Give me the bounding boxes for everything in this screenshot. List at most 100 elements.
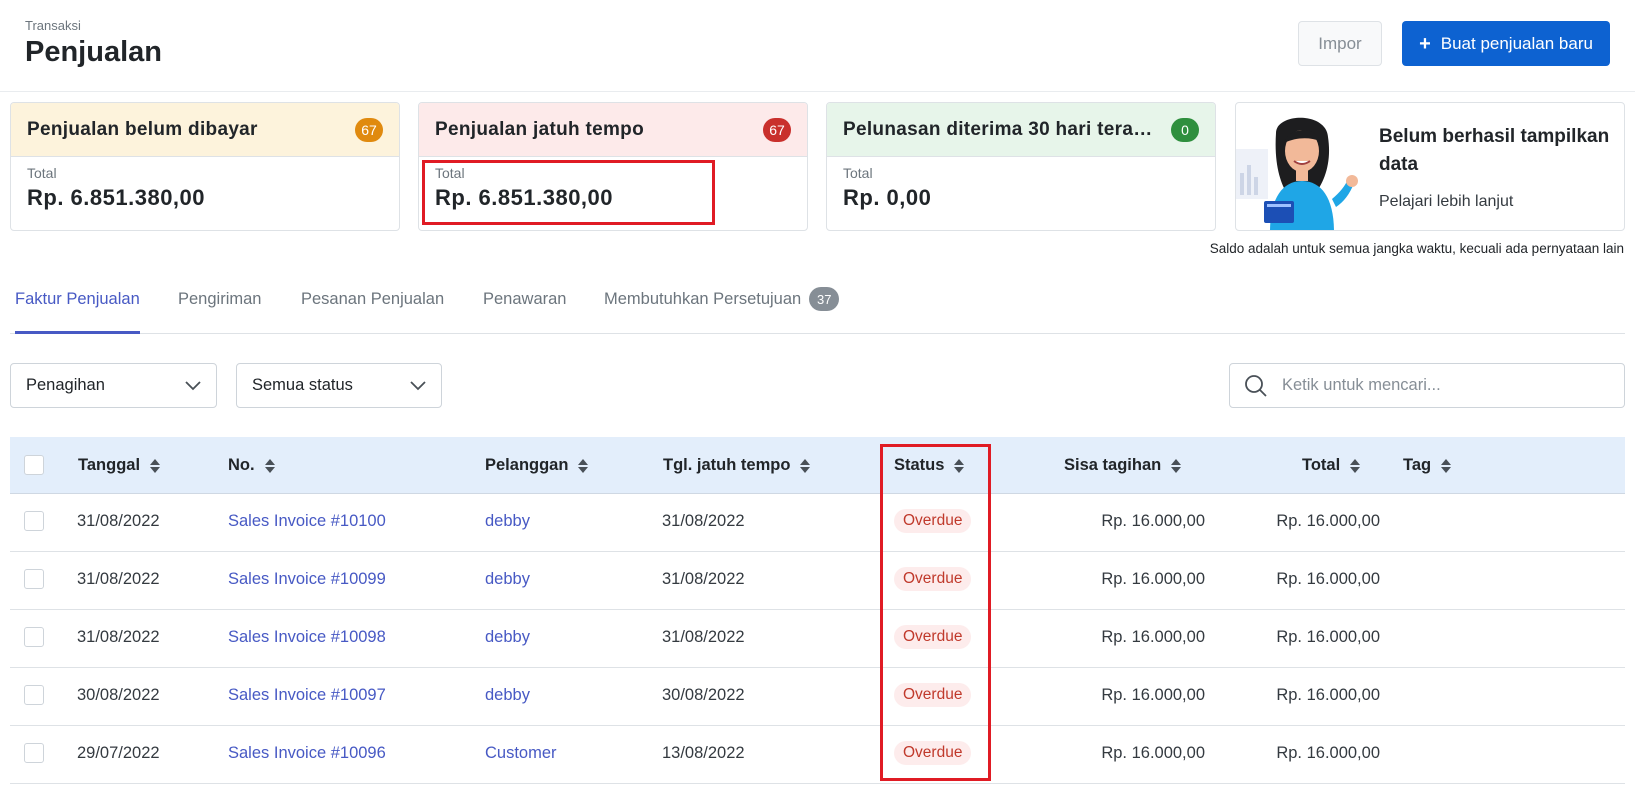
promo-card: Belum berhasil tampilkan data Pelajari l…	[1235, 102, 1625, 231]
tab-shipments[interactable]: Pengiriman	[178, 290, 261, 334]
column-header-due-date[interactable]: Tgl. jatuh tempo	[663, 437, 811, 494]
tab-label: Penawaran	[483, 290, 567, 308]
column-label: Tag	[1403, 456, 1432, 474]
count-badge: 67	[355, 117, 383, 142]
column-header-total[interactable]: Total	[1302, 437, 1361, 494]
tab-bar: Faktur Penjualan Pengiriman Pesanan Penj…	[10, 278, 1625, 334]
search-icon	[1245, 374, 1267, 397]
card-title: Pelunasan diterima 30 hari terakhir	[843, 118, 1163, 140]
cell-date: 29/07/2022	[77, 743, 160, 762]
tab-needs-approval[interactable]: Membutuhkan Persetujuan 37	[604, 287, 840, 334]
search-placeholder: Ketik untuk mencari...	[1282, 376, 1441, 394]
status-filter-value: Semua status	[252, 376, 353, 394]
card-body: Total Rp. 0,00	[827, 157, 1215, 230]
cell-total: Rp. 16.000,00	[1276, 685, 1380, 704]
card-body: Total Rp. 6.851.380,00	[11, 157, 399, 230]
cell-total: Rp. 16.000,00	[1276, 511, 1380, 530]
tab-quotations[interactable]: Penawaran	[483, 290, 566, 334]
status-filter-dropdown[interactable]: Semua status	[236, 363, 442, 408]
cell-remaining: Rp. 16.000,00	[1101, 743, 1205, 762]
table-row[interactable]: 29/07/2022 Sales Invoice #10096 Customer…	[10, 726, 1625, 784]
column-header-remaining[interactable]: Sisa tagihan	[1064, 437, 1182, 494]
invoice-link[interactable]: Sales Invoice #10100	[228, 494, 386, 548]
cell-due-date: 31/08/2022	[662, 511, 745, 530]
sort-icon	[800, 458, 811, 473]
cell-remaining: Rp. 16.000,00	[1101, 511, 1205, 530]
column-label: Pelanggan	[485, 456, 569, 474]
table-row[interactable]: 30/08/2022 Sales Invoice #10097 debby 30…	[10, 668, 1625, 726]
import-button[interactable]: Impor	[1298, 21, 1382, 66]
row-checkbox[interactable]	[24, 511, 44, 531]
count-badge: 0	[1171, 117, 1199, 142]
customer-link[interactable]: debby	[485, 668, 530, 722]
cell-due-date: 30/08/2022	[662, 685, 745, 704]
column-label: Total	[1302, 456, 1341, 474]
cell-due-date: 31/08/2022	[662, 627, 745, 646]
sort-icon	[1441, 458, 1452, 473]
woman-illustration-icon	[1236, 117, 1358, 230]
cell-total: Rp. 16.000,00	[1276, 743, 1380, 762]
tab-sales-invoices[interactable]: Faktur Penjualan	[15, 290, 140, 334]
column-header-number[interactable]: No.	[228, 437, 275, 494]
plus-icon: +	[1419, 32, 1431, 55]
new-sale-label: Buat penjualan baru	[1440, 33, 1593, 53]
row-checkbox[interactable]	[24, 685, 44, 705]
sort-icon	[264, 458, 275, 473]
cell-remaining: Rp. 16.000,00	[1101, 569, 1205, 588]
breadcrumb[interactable]: Transaksi	[25, 18, 81, 33]
new-sale-button[interactable]: + Buat penjualan baru	[1402, 21, 1610, 66]
cell-due-date: 31/08/2022	[662, 569, 745, 588]
column-label: Tanggal	[78, 456, 141, 474]
column-header-tag[interactable]: Tag	[1403, 437, 1452, 494]
type-filter-value: Penagihan	[26, 376, 105, 394]
customer-link[interactable]: debby	[485, 552, 530, 606]
sort-icon	[1171, 458, 1182, 473]
customer-link[interactable]: Customer	[485, 726, 557, 780]
card-header: Penjualan jatuh tempo 67	[419, 103, 807, 157]
cell-remaining: Rp. 16.000,00	[1101, 627, 1205, 646]
card-header: Pelunasan diterima 30 hari terakhir 0	[827, 103, 1215, 157]
page-header: Transaksi Penjualan Impor + Buat penjual…	[0, 0, 1635, 92]
invoice-link[interactable]: Sales Invoice #10097	[228, 668, 386, 722]
cell-total: Rp. 16.000,00	[1276, 627, 1380, 646]
sort-icon	[150, 458, 161, 473]
type-filter-dropdown[interactable]: Penagihan	[10, 363, 217, 408]
cell-remaining: Rp. 16.000,00	[1101, 685, 1205, 704]
tab-label: Pengiriman	[178, 290, 262, 308]
sort-icon	[1350, 458, 1361, 473]
table-row[interactable]: 31/08/2022 Sales Invoice #10100 debby 31…	[10, 494, 1625, 552]
invoice-link[interactable]: Sales Invoice #10098	[228, 610, 386, 664]
total-label: Total	[27, 165, 57, 181]
sort-icon	[578, 458, 589, 473]
card-payments-received[interactable]: Pelunasan diterima 30 hari terakhir 0 To…	[826, 102, 1216, 231]
row-checkbox[interactable]	[24, 743, 44, 763]
cell-date: 31/08/2022	[77, 569, 160, 588]
select-all-checkbox[interactable]	[24, 455, 44, 475]
balance-note: Saldo adalah untuk semua jangka waktu, k…	[1209, 241, 1624, 256]
invoice-link[interactable]: Sales Invoice #10096	[228, 726, 386, 780]
highlight-box-overdue-total	[422, 160, 715, 225]
cell-date: 30/08/2022	[77, 685, 160, 704]
invoice-link[interactable]: Sales Invoice #10099	[228, 552, 386, 606]
column-header-customer[interactable]: Pelanggan	[485, 437, 589, 494]
customer-link[interactable]: debby	[485, 610, 530, 664]
column-header-date[interactable]: Tanggal	[78, 437, 161, 494]
cell-date: 31/08/2022	[77, 511, 160, 530]
promo-title: Belum berhasil tampilkan data	[1379, 126, 1610, 175]
customer-link[interactable]: debby	[485, 494, 530, 548]
row-checkbox[interactable]	[24, 569, 44, 589]
tab-label: Membutuhkan Persetujuan	[604, 290, 802, 308]
page-title: Penjualan	[25, 36, 162, 68]
row-checkbox[interactable]	[24, 627, 44, 647]
chevron-down-icon	[410, 380, 426, 390]
table-row[interactable]: 31/08/2022 Sales Invoice #10098 debby 31…	[10, 610, 1625, 668]
card-header: Penjualan belum dibayar 67	[11, 103, 399, 157]
learn-more-link[interactable]: Pelajari lebih lanjut	[1379, 193, 1513, 211]
search-input[interactable]: Ketik untuk mencari...	[1229, 363, 1625, 408]
table-row[interactable]: 31/08/2022 Sales Invoice #10099 debby 31…	[10, 552, 1625, 610]
tab-sales-orders[interactable]: Pesanan Penjualan	[301, 290, 444, 334]
card-unpaid-sales[interactable]: Penjualan belum dibayar 67 Total Rp. 6.8…	[10, 102, 400, 231]
column-label: Sisa tagihan	[1064, 456, 1162, 474]
cell-due-date: 13/08/2022	[662, 743, 745, 762]
highlight-box-status-column	[880, 444, 991, 781]
